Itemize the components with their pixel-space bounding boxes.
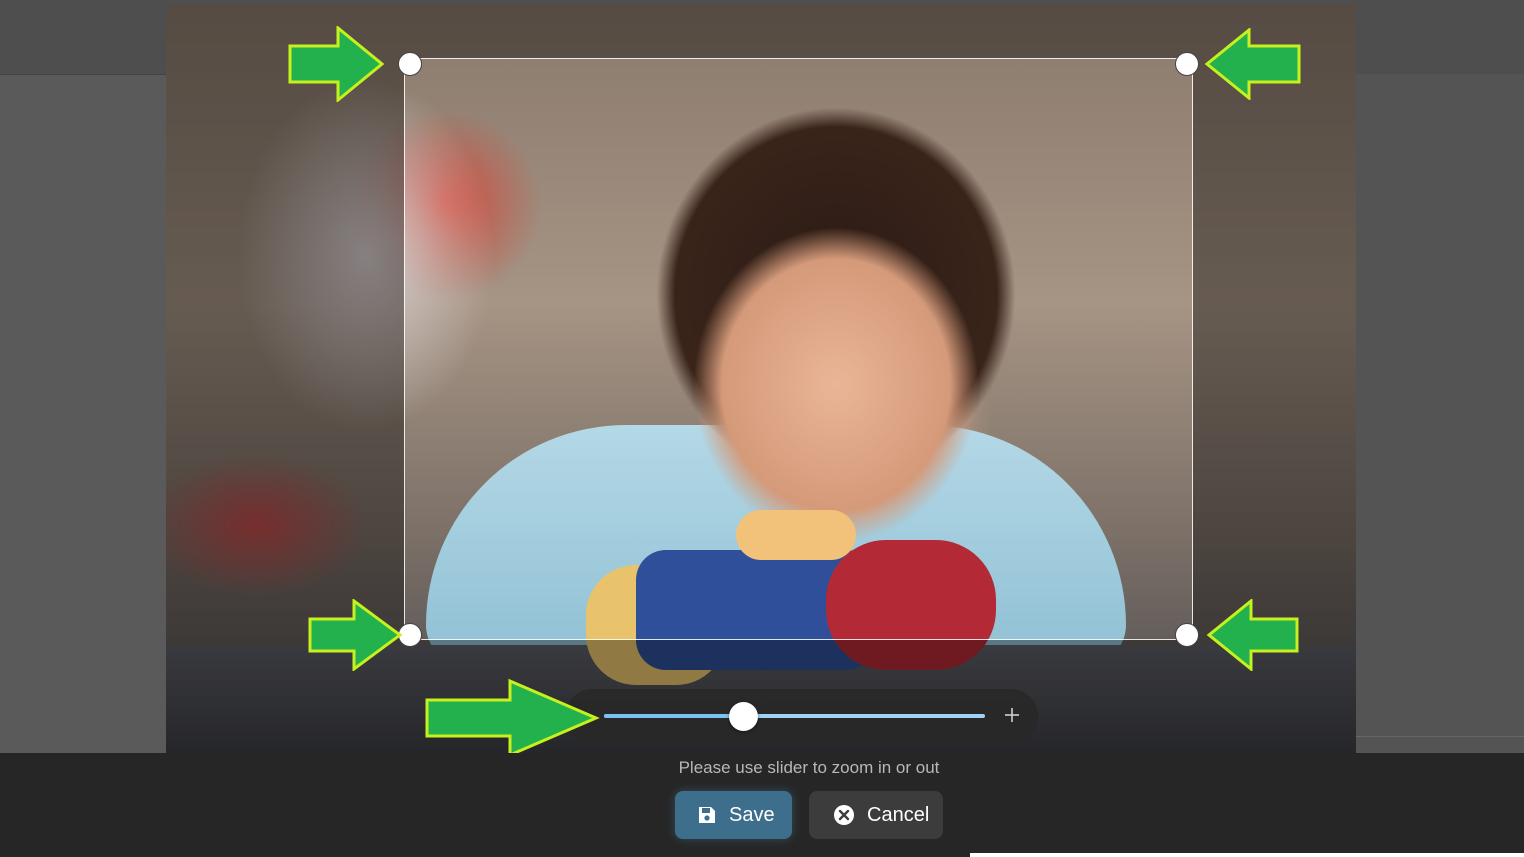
crop-mask-left [166, 58, 404, 640]
save-button-label: Save [729, 803, 775, 826]
zoom-hint-text: Please use slider to zoom in or out [678, 758, 940, 777]
zoom-slider-fill [604, 714, 744, 718]
annotation-arrow-right-icon [288, 26, 385, 102]
save-button[interactable]: Save [675, 791, 792, 839]
crop-handle-bottom-right[interactable] [1175, 623, 1199, 647]
cancel-button[interactable]: Cancel [809, 791, 943, 839]
annotation-arrow-right-icon [425, 678, 600, 758]
annotation-arrow-left-icon [1206, 599, 1299, 671]
zoom-slider-thumb[interactable] [729, 702, 758, 731]
cancel-button-label: Cancel [867, 803, 930, 826]
circle-x-icon [834, 805, 854, 825]
plus-icon[interactable] [1003, 706, 1021, 724]
annotation-arrow-right-icon [308, 599, 403, 671]
crop-handle-top-left[interactable] [398, 52, 422, 76]
annotation-arrow-left-icon [1204, 28, 1301, 100]
crop-area[interactable] [404, 58, 1193, 640]
app-side-background [1356, 74, 1524, 754]
crop-handle-top-right[interactable] [1175, 52, 1199, 76]
floppy-disk-icon [699, 807, 715, 823]
crop-mask-right [1193, 58, 1356, 640]
divider [1356, 736, 1524, 737]
edge-strip [970, 853, 1524, 857]
